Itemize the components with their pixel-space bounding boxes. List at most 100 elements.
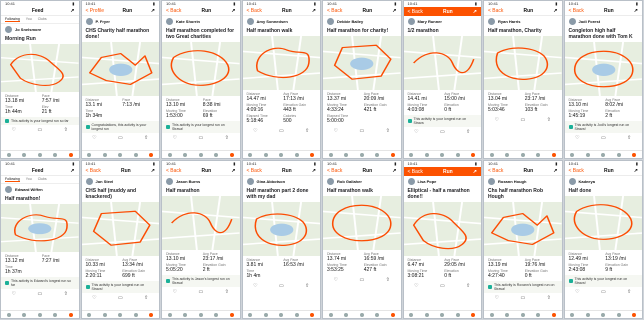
kudos-icon[interactable]: ♡ [253, 128, 257, 134]
tab-you-icon[interactable] [390, 152, 395, 157]
back-button[interactable]: < Back [327, 168, 342, 174]
athlete-header[interactable]: Jon Steel [82, 176, 160, 187]
share-icon[interactable]: ↗ [634, 168, 638, 174]
comment-icon[interactable]: ▭ [38, 291, 43, 297]
tab-home-icon[interactable] [489, 152, 494, 157]
athlete-header[interactable]: Lisa Pope [404, 176, 482, 187]
tab-groups-icon[interactable] [455, 312, 460, 317]
tab-you-icon[interactable] [632, 312, 637, 317]
share-icon[interactable]: ↗ [231, 8, 235, 14]
tab-record-icon[interactable] [520, 152, 525, 157]
share-icon[interactable]: ↗ [231, 168, 235, 174]
share-icon[interactable]: ⇧ [144, 295, 148, 301]
feed-tab[interactable]: You [26, 177, 32, 182]
tab-record-icon[interactable] [118, 152, 123, 157]
tab-home-icon[interactable] [489, 312, 494, 317]
athlete-name[interactable]: Roxann Hough [498, 179, 526, 184]
achievement-banner[interactable]: This activity is your longest run on Str… [403, 115, 481, 127]
share-icon[interactable]: ⇧ [386, 277, 390, 283]
athlete-header[interactable]: Jodi Forest [565, 16, 643, 27]
tab-you-icon[interactable] [632, 152, 637, 157]
tab-groups-icon[interactable] [294, 312, 299, 317]
share-icon[interactable]: ⇧ [64, 127, 68, 133]
back-button[interactable]: < Back [488, 8, 503, 14]
route-map[interactable] [242, 202, 320, 256]
comment-icon[interactable]: ▭ [118, 295, 123, 301]
tab-you-icon[interactable] [390, 312, 395, 317]
share-icon[interactable]: ↗ [392, 168, 396, 174]
share-icon[interactable]: ↗ [151, 8, 155, 14]
back-button[interactable]: < Back [247, 168, 262, 174]
share-icon[interactable]: ↗ [634, 8, 638, 14]
athlete-header[interactable]: Roxann Hough [484, 176, 562, 187]
route-map[interactable] [564, 42, 642, 96]
feed-tab[interactable]: Clubs [38, 17, 47, 22]
tab-record-icon[interactable] [520, 312, 525, 317]
share-icon[interactable]: ↗ [473, 9, 477, 15]
athlete-name[interactable]: Ryan Harris [498, 19, 520, 24]
back-button[interactable]: < Back [166, 8, 181, 14]
tab-maps-icon[interactable] [505, 312, 510, 317]
route-map[interactable] [403, 202, 481, 256]
tab-maps-icon[interactable] [183, 312, 188, 317]
tab-record-icon[interactable] [440, 312, 445, 317]
tab-home-icon[interactable] [87, 312, 92, 317]
tab-home-icon[interactable] [167, 312, 172, 317]
back-button[interactable]: < Back [86, 168, 101, 174]
share-icon[interactable]: ⇧ [305, 128, 309, 134]
tab-maps-icon[interactable] [585, 152, 590, 157]
tab-you-icon[interactable] [229, 312, 234, 317]
back-button[interactable]: < Back [327, 8, 342, 14]
tab-maps-icon[interactable] [263, 152, 268, 157]
tab-groups-icon[interactable] [53, 312, 58, 317]
avatar[interactable] [568, 178, 576, 185]
tab-you-icon[interactable] [551, 152, 556, 157]
tab-maps-icon[interactable] [424, 312, 429, 317]
tab-you-icon[interactable] [68, 152, 73, 157]
tab-record-icon[interactable] [359, 312, 364, 317]
tab-maps-icon[interactable] [102, 152, 107, 157]
tab-groups-icon[interactable] [536, 312, 541, 317]
kudos-icon[interactable]: ♡ [334, 277, 338, 283]
athlete-header[interactable]: Amy Sonnedsen [243, 16, 321, 27]
athlete-name[interactable]: Kate Shorrin [176, 19, 200, 24]
athlete-name[interactable]: Amy Sonnedsen [257, 19, 288, 24]
achievement-banner[interactable]: This activity is Jason's longest run on … [162, 275, 240, 287]
comment-icon[interactable]: ▭ [601, 135, 606, 141]
achievement-banner[interactable]: This activity is Roxann's longest run on… [484, 281, 562, 293]
tab-you-icon[interactable] [68, 312, 73, 317]
tab-record-icon[interactable] [359, 152, 364, 157]
athlete-header[interactable]: Jason Burns [162, 176, 240, 187]
athlete-name[interactable]: Rob Gallaher [337, 179, 362, 184]
tab-home-icon[interactable] [570, 312, 575, 317]
share-icon[interactable]: ⇧ [547, 117, 551, 123]
avatar[interactable] [166, 178, 173, 185]
tab-home-icon[interactable] [248, 152, 253, 157]
tab-record-icon[interactable] [37, 312, 42, 317]
route-map[interactable] [403, 36, 481, 90]
share-icon[interactable]: ⇧ [627, 289, 631, 295]
comment-icon[interactable]: ▭ [279, 128, 284, 134]
kudos-icon[interactable]: ♡ [334, 128, 338, 134]
feed-tab[interactable]: Following [5, 17, 20, 22]
tab-record-icon[interactable] [198, 312, 203, 317]
tab-groups-icon[interactable] [133, 152, 138, 157]
share-icon[interactable]: ↗ [312, 8, 316, 14]
tab-groups-icon[interactable] [536, 152, 541, 157]
tab-home-icon[interactable] [409, 152, 414, 157]
tab-groups-icon[interactable] [133, 312, 138, 317]
achievement-banner[interactable]: This activity is your longest run so far [1, 117, 79, 125]
tab-you-icon[interactable] [310, 152, 315, 157]
route-map[interactable] [162, 42, 240, 96]
kudos-icon[interactable]: ♡ [495, 117, 499, 123]
avatar[interactable] [246, 18, 254, 25]
tab-record-icon[interactable] [440, 152, 445, 157]
share-icon[interactable]: ↗ [70, 8, 74, 14]
athlete-name[interactable]: Jo Snelsmore [15, 27, 41, 32]
comment-icon[interactable]: ▭ [601, 289, 606, 295]
kudos-icon[interactable]: ♡ [92, 135, 96, 141]
tab-groups-icon[interactable] [375, 312, 380, 317]
route-map[interactable] [323, 36, 401, 90]
avatar[interactable] [85, 178, 93, 185]
athlete-header[interactable]: Jo Snelsmore [1, 24, 79, 35]
